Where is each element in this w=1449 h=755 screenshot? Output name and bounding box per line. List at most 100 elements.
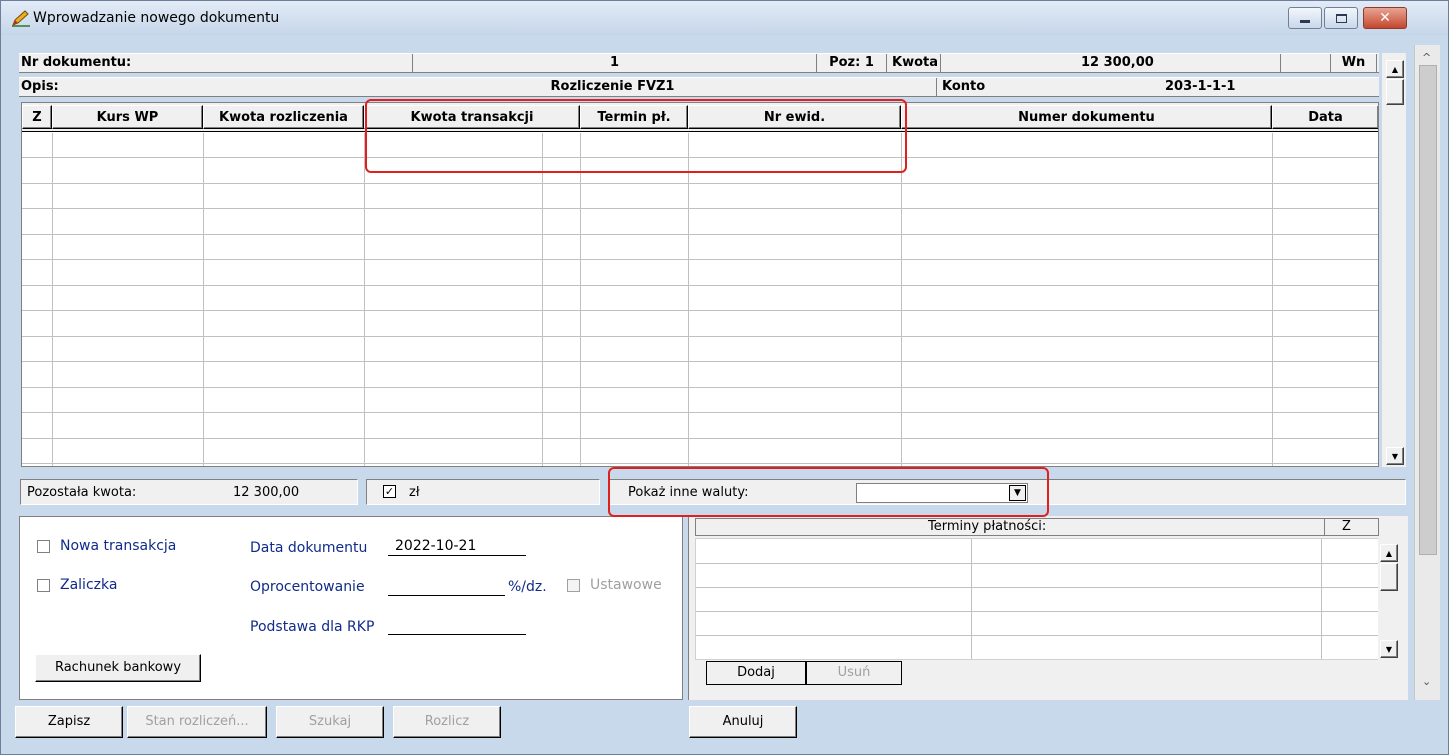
grid-row[interactable] xyxy=(22,361,1378,362)
close-icon: ✕ xyxy=(1379,10,1391,26)
doc-date-label: Data dokumentu xyxy=(250,540,368,556)
advance-checkbox[interactable] xyxy=(37,579,50,592)
position-label: Poz: 1 xyxy=(817,54,887,73)
maximize-icon xyxy=(1335,13,1347,23)
grid-row[interactable] xyxy=(22,259,1378,260)
payment-terms-z: Z xyxy=(1342,519,1351,534)
add-payment-button[interactable]: Dodaj xyxy=(706,661,806,685)
doc-number-label: Nr dokumentu: xyxy=(19,54,413,73)
payment-terms-title: Terminy płatności: xyxy=(928,519,1047,534)
payment-column-divider xyxy=(1321,539,1322,659)
payment-row[interactable] xyxy=(696,611,1380,612)
window-scrollbar-thumb[interactable] xyxy=(1419,65,1437,555)
grid-scrollbar[interactable]: ▲ ▼ xyxy=(1382,53,1406,467)
grid-scroll-thumb[interactable] xyxy=(1386,79,1404,105)
save-button[interactable]: Zapisz xyxy=(15,706,123,738)
interest-label: Oprocentowanie xyxy=(250,579,365,595)
close-button[interactable]: ✕ xyxy=(1363,7,1407,29)
payment-terms-header: Terminy płatności: Z xyxy=(695,518,1379,536)
column-header-kwota-rozliczenia[interactable]: Kwota rozliczenia xyxy=(203,105,364,129)
grid-row[interactable] xyxy=(22,182,1378,184)
highlight-box-columns xyxy=(365,99,907,173)
grid-row[interactable] xyxy=(22,335,1378,337)
statutory-label: Ustawowe xyxy=(590,577,662,593)
scroll-down-icon[interactable]: ⌄ xyxy=(1422,675,1431,688)
bank-account-button[interactable]: Rachunek bankowy xyxy=(35,654,201,682)
settlement-status-label: Stan rozliczeń... xyxy=(145,714,249,729)
interest-unit: %/dz. xyxy=(508,579,547,595)
payment-scroll-down-icon[interactable]: ▼ xyxy=(1380,640,1398,658)
pen-icon xyxy=(12,10,30,27)
remaining-amount-panel: Pozostała kwota: 12 300,00 xyxy=(20,479,358,505)
grid-scroll-down-icon[interactable]: ▼ xyxy=(1386,447,1404,465)
account-label: Konto xyxy=(942,79,986,94)
grid-row[interactable] xyxy=(22,386,1378,388)
minimize-icon xyxy=(1300,19,1310,23)
payment-row[interactable] xyxy=(696,587,1380,588)
search-button[interactable]: Szukaj xyxy=(276,706,384,738)
description-value: Rozliczenie FVZ1 xyxy=(119,78,937,97)
grid-row[interactable] xyxy=(22,233,1378,235)
interest-underline xyxy=(388,595,505,596)
currency-checkbox[interactable]: ✓ xyxy=(383,485,396,498)
document-options-panel: Nowa transakcja Zaliczka Data dokumentu … xyxy=(19,516,683,700)
payment-terms-scrollbar[interactable]: ▲ ▼ xyxy=(1378,538,1400,662)
currency-label: zł xyxy=(409,485,420,500)
settle-button-label: Rozlicz xyxy=(424,714,470,729)
currency-panel: ✓ zł xyxy=(366,479,600,505)
window-scrollbar[interactable]: ^ ⌄ xyxy=(1414,45,1440,700)
rkp-underline xyxy=(388,634,526,635)
bank-account-button-label: Rachunek bankowy xyxy=(54,660,182,675)
cancel-button-label: Anuluj xyxy=(722,714,764,729)
description-label: Opis: xyxy=(21,79,59,94)
payment-row[interactable] xyxy=(696,563,1380,564)
column-header-kurs-wp[interactable]: Kurs WP xyxy=(52,105,203,129)
highlight-box-currencies xyxy=(608,467,1049,517)
doc-date-value[interactable]: 2022-10-21 xyxy=(395,538,476,554)
grid-scroll-up-icon[interactable]: ▲ xyxy=(1386,60,1404,78)
minimize-button[interactable] xyxy=(1288,7,1322,29)
new-transaction-label[interactable]: Nowa transakcja xyxy=(60,538,176,554)
remaining-value: 12 300,00 xyxy=(233,485,300,500)
description-row: Opis: Rozliczenie FVZ1 Konto 203-1-1-1 xyxy=(19,77,1379,97)
doc-date-underline xyxy=(388,555,526,556)
payment-terms-panel: Terminy płatności: Z ▲ ▼ Dodaj Usuń xyxy=(688,516,1408,700)
payment-scroll-thumb[interactable] xyxy=(1380,563,1398,591)
grid-row[interactable] xyxy=(22,437,1378,439)
amount-label: Kwota xyxy=(887,54,941,73)
grid-row[interactable] xyxy=(22,208,1378,209)
doc-number-value: 1 xyxy=(413,54,817,73)
side-label: Wn xyxy=(1331,54,1377,73)
blank-cell xyxy=(1281,54,1331,73)
scroll-up-icon[interactable]: ^ xyxy=(1422,51,1431,64)
settlement-status-button[interactable]: Stan rozliczeń... xyxy=(127,706,267,738)
rkp-label: Podstawa dla RKP xyxy=(250,619,375,635)
search-button-label: Szukaj xyxy=(308,714,352,729)
maximize-button[interactable] xyxy=(1324,7,1358,29)
payment-column-divider xyxy=(971,539,972,659)
column-header-numer-dokumentu[interactable]: Numer dokumentu xyxy=(901,105,1272,129)
grid-row[interactable] xyxy=(22,284,1378,286)
advance-label[interactable]: Zaliczka xyxy=(60,577,117,593)
header-divider xyxy=(1324,518,1325,536)
column-header-data[interactable]: Data xyxy=(1272,105,1378,129)
payment-row[interactable] xyxy=(696,635,1380,636)
grid-row[interactable] xyxy=(22,463,1378,464)
amount-value: 12 300,00 xyxy=(941,54,1281,73)
grid-row[interactable] xyxy=(22,310,1378,311)
payment-terms-list[interactable] xyxy=(695,538,1380,660)
document-header-row: Nr dokumentu: 1 Poz: 1 Kwota 12 300,00 W… xyxy=(19,53,1379,73)
title-bar[interactable]: Wprowadzanie nowego dokumentu ✕ xyxy=(1,1,1448,35)
statutory-checkbox[interactable] xyxy=(567,579,580,592)
application-window: Wprowadzanie nowego dokumentu ✕ ^ ⌄ Nr d… xyxy=(0,0,1449,755)
new-transaction-checkbox[interactable] xyxy=(37,540,50,553)
remaining-label: Pozostała kwota: xyxy=(27,485,137,500)
cancel-button[interactable]: Anuluj xyxy=(689,706,797,738)
add-payment-label: Dodaj xyxy=(737,665,775,680)
remove-payment-label: Usuń xyxy=(837,665,871,680)
payment-scroll-up-icon[interactable]: ▲ xyxy=(1380,544,1398,562)
column-header-z[interactable]: Z xyxy=(22,105,52,129)
grid-row[interactable] xyxy=(22,412,1378,413)
settle-button[interactable]: Rozlicz xyxy=(393,706,501,738)
remove-payment-button[interactable]: Usuń xyxy=(806,661,902,685)
